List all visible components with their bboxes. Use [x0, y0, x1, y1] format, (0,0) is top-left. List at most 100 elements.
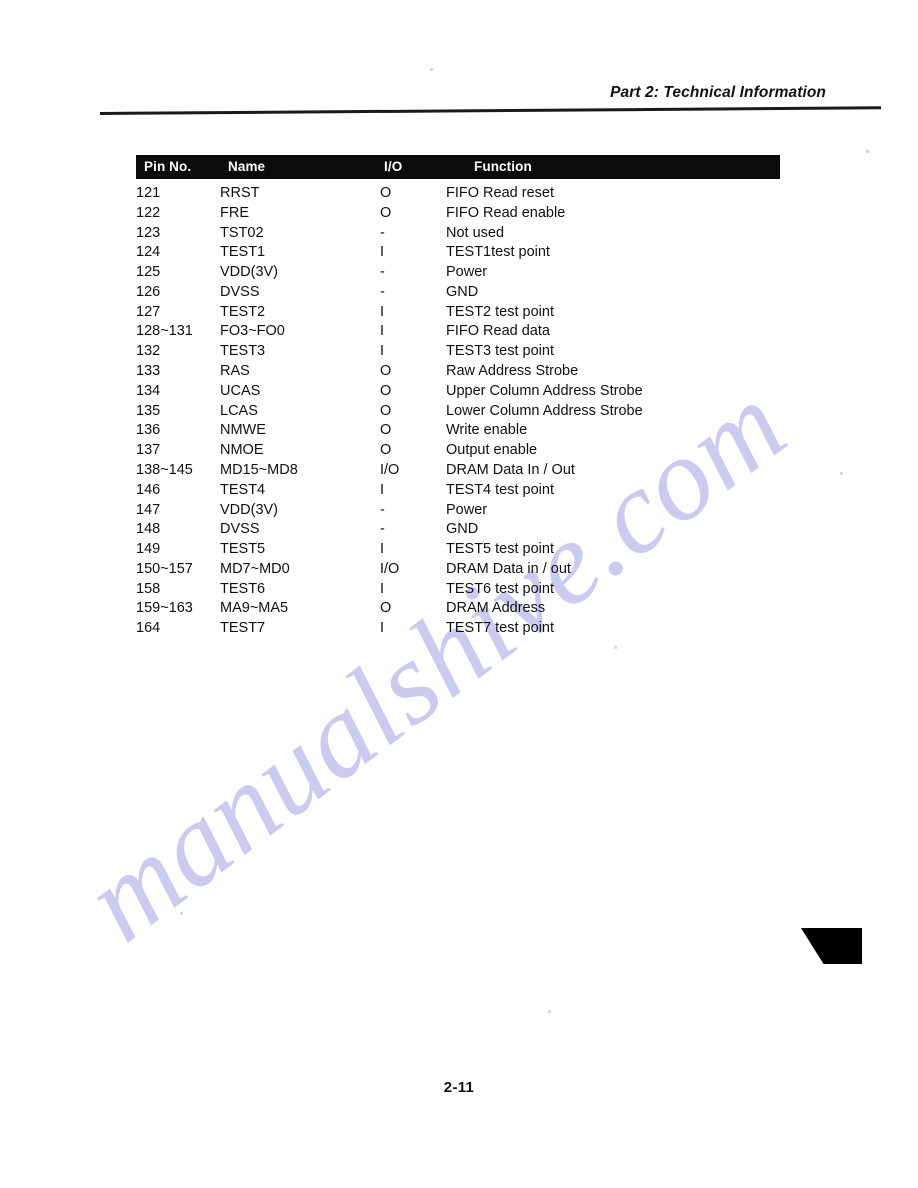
- table: Pin No. Name I/O Function 121 RRST O FIFO R…: [136, 155, 780, 638]
- cell-io: I: [380, 323, 385, 340]
- header-rule: [99, 106, 881, 115]
- cell-pin-no: 149: [136, 541, 161, 558]
- column-header-function: Function: [474, 158, 532, 174]
- cell-io: I: [380, 541, 385, 558]
- cell-name: LCAS: [220, 402, 258, 419]
- cell-name: RAS: [220, 363, 250, 380]
- scan-speck: [866, 150, 869, 153]
- cell-pin-no: 150~157: [136, 560, 193, 577]
- cell-function: DRAM Data In / Out: [446, 461, 575, 478]
- cell-function: FIFO Read data: [446, 323, 550, 340]
- cell-pin-no: 133: [136, 363, 161, 380]
- cell-pin-no: 146: [136, 481, 161, 498]
- table-row: 164 TEST7 I TEST7 test point: [136, 618, 780, 638]
- table-row: 121 RRST O FIFO Read reset: [136, 179, 780, 203]
- cell-name: DVSS: [220, 521, 260, 538]
- cell-pin-no: 124: [136, 244, 161, 261]
- pin-assignment-table: Pin No. Name I/O Function 121 RRST O FIFO R…: [136, 155, 780, 638]
- cell-pin-no: 127: [136, 303, 161, 320]
- cell-function: TEST2 test point: [446, 303, 554, 320]
- cell-io: O: [380, 422, 392, 439]
- cell-name: VDD(3V): [220, 264, 279, 281]
- scan-speck: [430, 68, 433, 71]
- table-row: 124 TEST1 I TEST1test point: [136, 242, 780, 262]
- table-row: 127 TEST2 I TEST2 test point: [136, 302, 780, 322]
- cell-name: TEST4: [220, 481, 266, 498]
- cell-function: TEST5 test point: [446, 541, 554, 558]
- table-row: 148 DVSS - GND: [136, 519, 780, 539]
- table-row: 149 TEST5 I TEST5 test point: [136, 539, 780, 559]
- cell-function: DRAM Address: [446, 600, 546, 617]
- table-header: Pin No. Name I/O Function: [136, 155, 780, 179]
- cell-function: Lower Column Address Strobe: [446, 402, 643, 419]
- cell-name: UCAS: [220, 382, 261, 399]
- cell-pin-no: 122: [136, 204, 161, 221]
- cell-function: TEST6 test point: [446, 580, 554, 597]
- cell-function: TEST1test point: [446, 244, 550, 261]
- table-row: 128~131 FO3~FO0 I FIFO Read data: [136, 322, 780, 342]
- table-row: 159~163 MA9~MA5 O DRAM Address: [136, 599, 780, 619]
- cell-io: I: [380, 303, 385, 320]
- table-row: 134 UCAS O Upper Column Address Strobe: [136, 381, 780, 401]
- cell-pin-no: 137: [136, 442, 161, 459]
- cell-io: -: [380, 264, 385, 281]
- cell-pin-no: 159~163: [136, 600, 193, 617]
- cell-name: MD15~MD8: [220, 461, 298, 478]
- cell-name: VDD(3V): [220, 501, 279, 518]
- cell-pin-no: 164: [136, 620, 161, 637]
- cell-function: Raw Address Strobe: [446, 363, 579, 380]
- cell-name: MA9~MA5: [220, 600, 289, 617]
- table-header-row: Pin No. Name I/O Function: [136, 155, 780, 179]
- table-row: 138~145 MD15~MD8 I/O DRAM Data In / Out: [136, 460, 780, 480]
- cell-io: I/O: [380, 560, 400, 577]
- cell-function: TEST7 test point: [446, 620, 554, 637]
- cell-name: FRE: [220, 204, 249, 221]
- cell-name: MD7~MD0: [220, 560, 290, 577]
- cell-name: NMWE: [220, 422, 266, 439]
- cell-pin-no: 123: [136, 224, 161, 241]
- document-page: manualshive.com Part 2: Technical Inform…: [0, 0, 918, 1188]
- cell-io: I: [380, 343, 385, 360]
- cell-name: TEST2: [220, 303, 266, 320]
- cell-pin-no: 148: [136, 521, 161, 538]
- cell-io: O: [380, 185, 392, 201]
- table-row: 122 FRE O FIFO Read enable: [136, 203, 780, 223]
- cell-io: O: [380, 402, 392, 419]
- cell-name: TEST6: [220, 580, 266, 597]
- cell-pin-no: 138~145: [136, 461, 193, 478]
- page-number: 2-11: [443, 1079, 475, 1096]
- cell-io: O: [380, 600, 392, 617]
- cell-io: I/O: [380, 461, 400, 478]
- table-row: 137 NMOE O Output enable: [136, 440, 780, 460]
- column-header-name: Name: [228, 158, 266, 174]
- cell-function: DRAM Data in / out: [446, 560, 571, 577]
- cell-function: Upper Column Address Strobe: [446, 382, 643, 399]
- cell-function: TEST4 test point: [446, 481, 554, 498]
- table-row: 150~157 MD7~MD0 I/O DRAM Data in / out: [136, 559, 780, 579]
- scan-speck: [180, 912, 183, 915]
- table-row: 135 LCAS O Lower Column Address Strobe: [136, 401, 780, 421]
- cell-name: TEST3: [220, 343, 266, 360]
- cell-function: GND: [446, 283, 479, 300]
- cell-function: Power: [446, 501, 488, 518]
- table-row: 132 TEST3 I TEST3 test point: [136, 341, 780, 361]
- cell-pin-no: 136: [136, 422, 161, 439]
- thumb-tab-marker: [801, 928, 862, 964]
- cell-pin-no: 128~131: [136, 323, 193, 340]
- cell-pin-no: 121: [136, 185, 161, 201]
- cell-io: I: [380, 580, 385, 597]
- cell-function: GND: [446, 521, 479, 538]
- cell-function: Not used: [446, 224, 505, 241]
- column-header-pin-no: Pin No.: [144, 158, 192, 174]
- cell-io: O: [380, 442, 392, 459]
- table-row: 123 TST02 - Not used: [136, 223, 780, 243]
- cell-name: TEST5: [220, 541, 266, 558]
- cell-io: -: [380, 521, 385, 538]
- cell-function: TEST3 test point: [446, 343, 554, 360]
- cell-io: O: [380, 363, 392, 380]
- column-header-io: I/O: [384, 158, 403, 174]
- cell-name: DVSS: [220, 283, 260, 300]
- cell-function: Power: [446, 264, 488, 281]
- cell-io: I: [380, 620, 385, 637]
- running-head: Part 2: Technical Information: [610, 84, 826, 101]
